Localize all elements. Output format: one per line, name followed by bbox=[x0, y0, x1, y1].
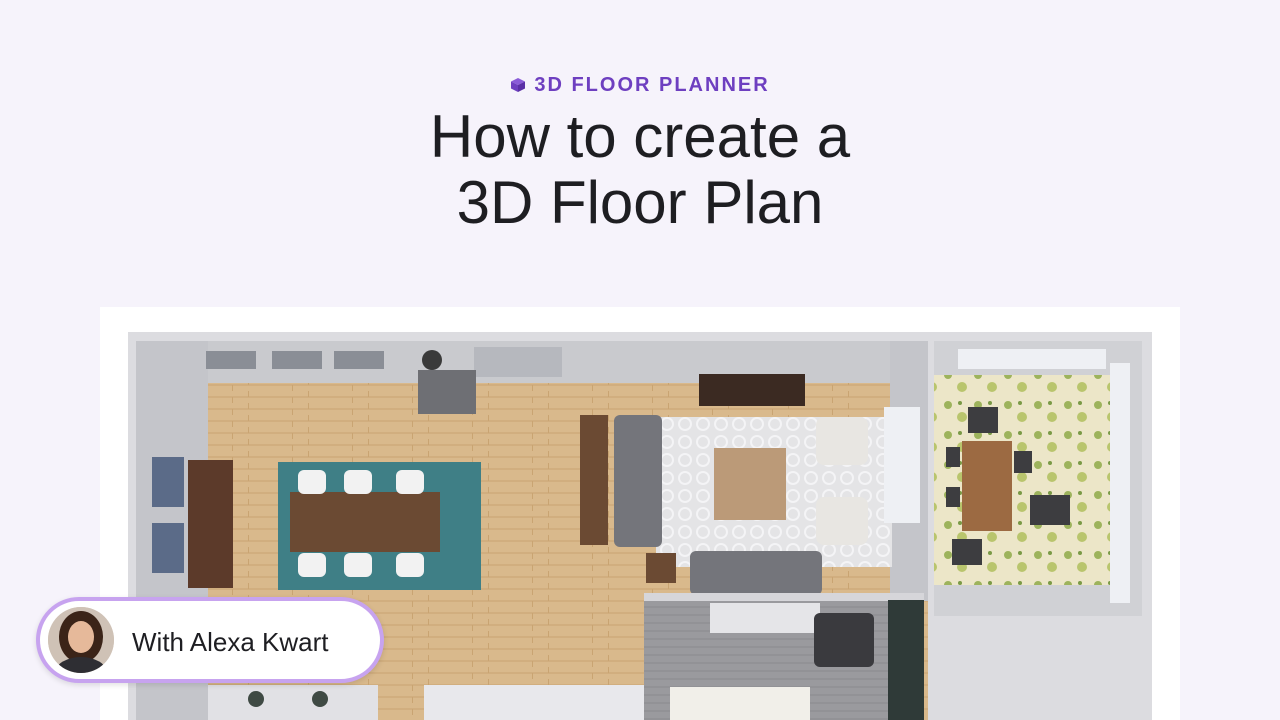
presenter-badge: With Alexa Kwart bbox=[36, 597, 384, 683]
title-line-2: 3D Floor Plan bbox=[456, 169, 824, 236]
page-title: How to create a 3D Floor Plan bbox=[0, 104, 1280, 236]
presenter-label: With Alexa Kwart bbox=[132, 627, 329, 657]
presenter-avatar bbox=[48, 607, 114, 673]
eyebrow-label: 3D FLOOR PLANNER bbox=[534, 74, 770, 96]
cube-icon bbox=[510, 76, 526, 99]
eyebrow: 3D FLOOR PLANNER bbox=[0, 74, 1280, 99]
title-line-1: How to create a bbox=[429, 103, 851, 170]
